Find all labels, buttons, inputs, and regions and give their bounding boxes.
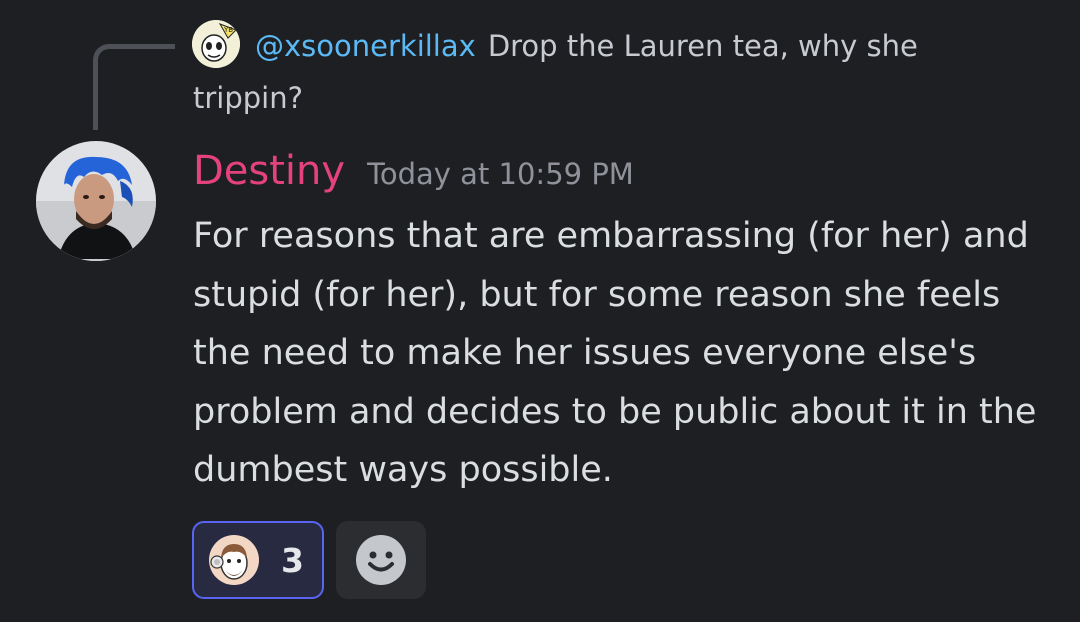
reply-preview[interactable]: @xsoonerkillax Drop the Lauren tea, why s… xyxy=(193,20,983,124)
add-reaction-button[interactable] xyxy=(336,521,426,599)
author-name[interactable]: Destiny xyxy=(193,148,345,194)
message-timestamp: Today at 10:59 PM xyxy=(367,157,634,191)
message-header: Destiny Today at 10:59 PM xyxy=(193,148,634,194)
smiley-face-icon xyxy=(356,535,406,585)
reaction-button[interactable]: 3 xyxy=(192,521,324,599)
custom-face-emoji-icon xyxy=(209,535,259,585)
reaction-count: 3 xyxy=(281,541,304,580)
reply-spine xyxy=(93,44,175,130)
author-avatar[interactable] xyxy=(36,141,156,261)
message-content: For reasons that are embarrassing (for h… xyxy=(193,216,1037,490)
reply-username[interactable]: @xsoonerkillax xyxy=(255,29,476,63)
